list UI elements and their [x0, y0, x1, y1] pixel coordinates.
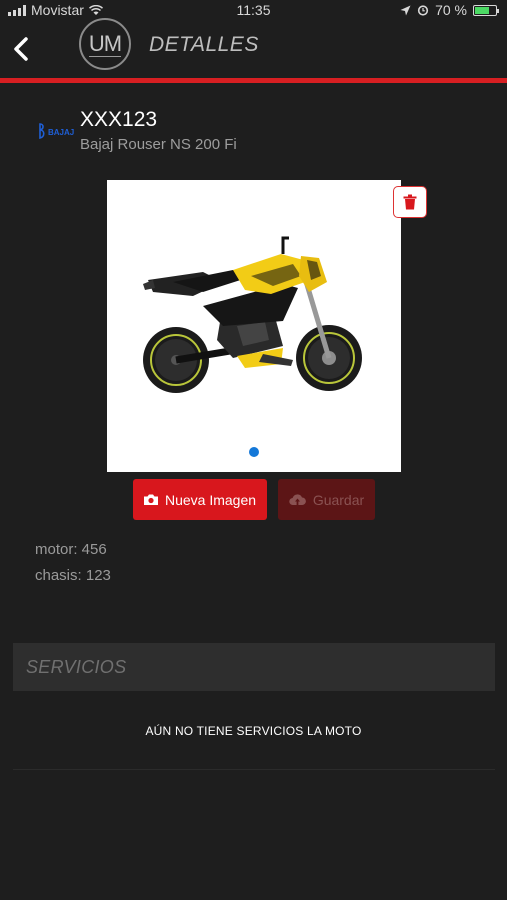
- save-label: Guardar: [312, 491, 365, 508]
- bajaj-logo-icon: BAJAJ: [39, 123, 74, 139]
- chasis-number: chasis: 123: [35, 567, 111, 584]
- motor-number: motor: 456: [35, 541, 107, 558]
- camera-icon: [143, 494, 158, 505]
- trash-icon: [403, 194, 417, 210]
- new-image-label: Nueva Imagen: [164, 491, 257, 508]
- header-divider: [0, 78, 507, 83]
- services-empty-message: AÚN NO TIENE SERVICIOS LA MOTO: [145, 724, 362, 738]
- motorcycle-image: [143, 236, 362, 393]
- carousel-page-indicator[interactable]: [249, 447, 259, 457]
- vehicle-plate: XXX123: [80, 108, 158, 131]
- services-section-header: SERVICIOS: [13, 643, 495, 691]
- app-logo: UM: [79, 18, 131, 70]
- cloud-upload-icon: [289, 493, 306, 505]
- page-title: DETALLES: [149, 33, 259, 56]
- chevron-left-icon: [14, 37, 28, 61]
- save-button[interactable]: Guardar: [278, 479, 375, 520]
- back-button[interactable]: [6, 30, 36, 68]
- services-divider: [13, 769, 495, 770]
- services-title: SERVICIOS: [26, 656, 127, 677]
- delete-image-button[interactable]: [393, 186, 427, 218]
- vehicle-model: Bajaj Rouser NS 200 Fi: [80, 136, 237, 153]
- svg-text:BAJAJ: BAJAJ: [48, 128, 74, 137]
- app-header: UM DETALLES: [0, 0, 507, 78]
- new-image-button[interactable]: Nueva Imagen: [133, 479, 267, 520]
- app-logo-text: UM: [88, 31, 122, 56]
